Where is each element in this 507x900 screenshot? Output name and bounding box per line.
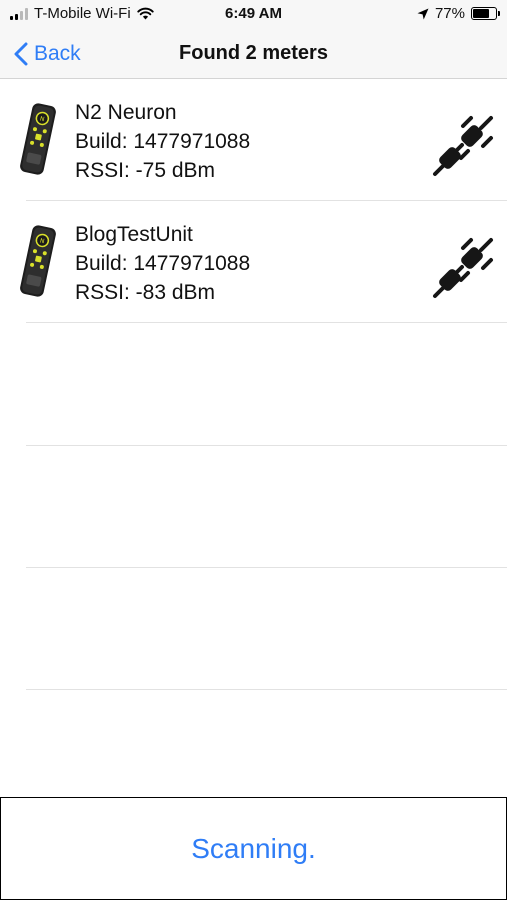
navigation-bar: Back Found 2 meters <box>0 30 507 79</box>
meter-device-icon: N <box>20 225 56 297</box>
empty-row-separator <box>26 689 507 690</box>
meter-name: BlogTestUnit <box>75 223 193 246</box>
meter-list: N N2 Neuron Build: 1477971088 RSSI: -75 … <box>0 79 507 690</box>
scan-button[interactable]: Scanning. <box>0 797 507 900</box>
meter-build: Build: 1477971088 <box>75 130 251 153</box>
meter-device-icon: N <box>20 103 56 175</box>
location-arrow-icon <box>417 8 429 19</box>
connect-plug-icon[interactable] <box>431 114 495 178</box>
meter-build: Build: 1477971088 <box>75 252 251 275</box>
meter-row[interactable]: N BlogTestUnit Build: 1477971088 RSSI: -… <box>0 201 507 323</box>
meter-info: N2 Neuron Build: 1477971088 RSSI: -75 dB… <box>75 98 250 185</box>
meter-rssi: RSSI: -83 dBm <box>75 281 216 304</box>
empty-row-separator <box>26 445 507 446</box>
empty-row-separator <box>26 567 507 568</box>
meter-row[interactable]: N N2 Neuron Build: 1477971088 RSSI: -75 … <box>0 79 507 201</box>
battery-fill <box>473 9 489 18</box>
scan-status-label: Scanning. <box>191 832 316 864</box>
status-bar: T-Mobile Wi-Fi 6:49 AM 77% <box>0 0 507 30</box>
connect-plug-icon[interactable] <box>431 236 495 300</box>
meter-info: BlogTestUnit Build: 1477971088 RSSI: -83… <box>75 220 250 307</box>
meter-name: N2 Neuron <box>75 101 177 124</box>
page-title: Found 2 meters <box>179 42 328 64</box>
battery-icon <box>471 7 500 20</box>
status-right: 77% <box>417 5 500 22</box>
battery-percent: 77% <box>434 5 465 22</box>
row-separator <box>26 322 507 323</box>
meter-rssi: RSSI: -75 dBm <box>75 159 216 182</box>
